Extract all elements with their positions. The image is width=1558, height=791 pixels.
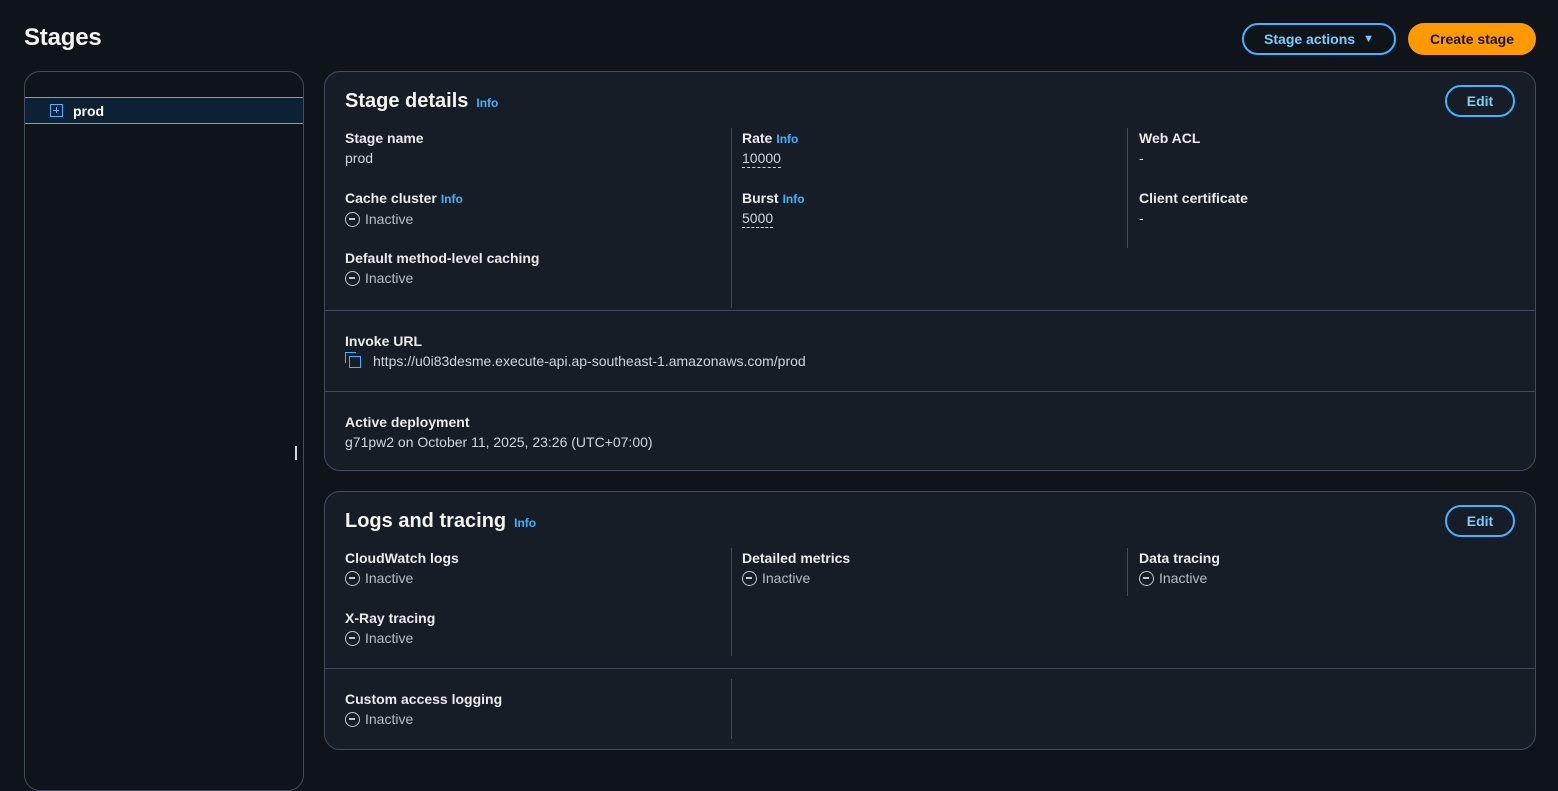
- xray-tracing-value: Inactive: [345, 628, 722, 648]
- stage-name-label: Stage name: [345, 130, 424, 146]
- default-caching-value: Inactive: [345, 268, 722, 288]
- plus-square-icon[interactable]: [50, 104, 63, 117]
- burst-label: Burst Info: [742, 190, 805, 206]
- stage-details-heading: Stage details: [345, 90, 469, 112]
- info-link[interactable]: Info: [514, 516, 536, 530]
- client-certificate-field: Client certificate -: [1139, 188, 1516, 248]
- xray-tracing-field: X-Ray tracing Inactive: [345, 608, 722, 668]
- page-title: Stages: [24, 24, 102, 51]
- logs-col-1: CloudWatch logs Inactive X-Ray tracing I…: [325, 548, 722, 668]
- stage-details-col-3: Web ACL - Client certificate -: [1119, 128, 1516, 308]
- cloudwatch-logs-label: CloudWatch logs: [345, 550, 459, 566]
- minus-circle-icon: [1139, 570, 1154, 586]
- minus-circle-icon: [345, 630, 360, 646]
- stages-tree-panel: prod: [24, 71, 304, 791]
- rate-label: Rate Info: [742, 130, 799, 146]
- custom-access-logging-value: Inactive: [345, 709, 722, 729]
- active-deployment-section: Active deployment g71pw2 on October 11, …: [325, 392, 1535, 452]
- stage-details-col-1: Stage name prod Cache cluster Info Inacti…: [325, 128, 722, 308]
- stage-details-title: Stage details Info: [345, 90, 498, 113]
- logs-tracing-title: Logs and tracing Info: [345, 510, 536, 533]
- edit-stage-details-button[interactable]: Edit: [1445, 85, 1515, 117]
- minus-circle-icon: [345, 211, 360, 227]
- data-tracing-field: Data tracing Inactive: [1139, 548, 1516, 608]
- stage-name-field: Stage name prod: [345, 128, 722, 188]
- stage-actions-label: Stage actions: [1264, 31, 1356, 47]
- logs-col-3: Data tracing Inactive: [1119, 548, 1516, 668]
- stage-actions-button[interactable]: Stage actions ▼: [1242, 23, 1396, 55]
- web-acl-label: Web ACL: [1139, 130, 1201, 146]
- cloudwatch-logs-field: CloudWatch logs Inactive: [345, 548, 722, 608]
- stage-details-card: Stage details Info Edit Stage name prod C…: [324, 71, 1536, 471]
- detailed-metrics-value: Inactive: [742, 568, 1119, 588]
- minus-circle-icon: [345, 570, 360, 586]
- stage-name-value: prod: [345, 150, 374, 166]
- header-actions: Stage actions ▼ Create stage: [1242, 23, 1536, 55]
- burst-value: 5000: [742, 210, 774, 228]
- info-link[interactable]: Info: [441, 192, 463, 206]
- detailed-metrics-field: Detailed metrics Inactive: [742, 548, 1119, 608]
- info-link[interactable]: Info: [783, 192, 805, 206]
- data-tracing-value: Inactive: [1139, 568, 1516, 588]
- edit-logs-tracing-button[interactable]: Edit: [1445, 505, 1515, 537]
- custom-access-logging-label: Custom access logging: [345, 691, 503, 707]
- column-divider: [731, 679, 732, 739]
- invoke-url-label: Invoke URL: [345, 333, 423, 349]
- rate-field: Rate Info 10000: [742, 128, 1119, 188]
- logs-tracing-heading: Logs and tracing: [345, 510, 507, 532]
- cloudwatch-logs-value: Inactive: [345, 568, 722, 588]
- create-stage-button[interactable]: Create stage: [1407, 23, 1536, 55]
- invoke-url-text[interactable]: https://u0i83desme.execute-api.ap-southe…: [373, 351, 806, 371]
- logs-tracing-card: Logs and tracing Info Edit CloudWatch log…: [324, 491, 1536, 750]
- info-link[interactable]: Info: [476, 96, 498, 110]
- resize-handle[interactable]: [295, 446, 297, 460]
- client-certificate-label: Client certificate: [1139, 190, 1248, 206]
- minus-circle-icon: [345, 270, 360, 286]
- invoke-url-section: Invoke URL https://u0i83desme.execute-ap…: [325, 311, 1535, 391]
- data-tracing-label: Data tracing: [1139, 550, 1220, 566]
- info-link[interactable]: Info: [776, 132, 798, 146]
- burst-field: Burst Info 5000: [742, 188, 1119, 248]
- cache-cluster-value: Inactive: [345, 209, 722, 229]
- web-acl-field: Web ACL -: [1139, 128, 1516, 188]
- custom-access-logging-field: Custom access logging Inactive: [325, 679, 722, 749]
- detailed-metrics-label: Detailed metrics: [742, 550, 851, 566]
- caret-down-icon: ▼: [1363, 33, 1374, 45]
- xray-tracing-label: X-Ray tracing: [345, 610, 436, 626]
- rate-value: 10000: [742, 150, 781, 168]
- invoke-url-value: https://u0i83desme.execute-api.ap-southe…: [345, 351, 1515, 371]
- web-acl-value: -: [1139, 150, 1144, 166]
- cache-cluster-field: Cache cluster Info Inactive: [345, 188, 722, 248]
- logs-col-2: Detailed metrics Inactive: [722, 548, 1119, 668]
- default-caching-label: Default method-level caching: [345, 250, 540, 266]
- stage-details-col-2: Rate Info 10000 Burst Info 5000: [722, 128, 1119, 308]
- minus-circle-icon: [345, 711, 360, 727]
- tree-item-prod[interactable]: prod: [25, 97, 303, 124]
- client-certificate-value: -: [1139, 210, 1144, 226]
- cache-cluster-label: Cache cluster Info: [345, 190, 463, 206]
- active-deployment-value: g71pw2 on October 11, 2025, 23:26 (UTC+0…: [345, 434, 653, 450]
- tree-item-label: prod: [73, 102, 105, 119]
- copy-icon[interactable]: [345, 352, 363, 370]
- default-caching-field: Default method-level caching Inactive: [345, 248, 722, 308]
- active-deployment-label: Active deployment: [345, 414, 470, 430]
- minus-circle-icon: [742, 570, 757, 586]
